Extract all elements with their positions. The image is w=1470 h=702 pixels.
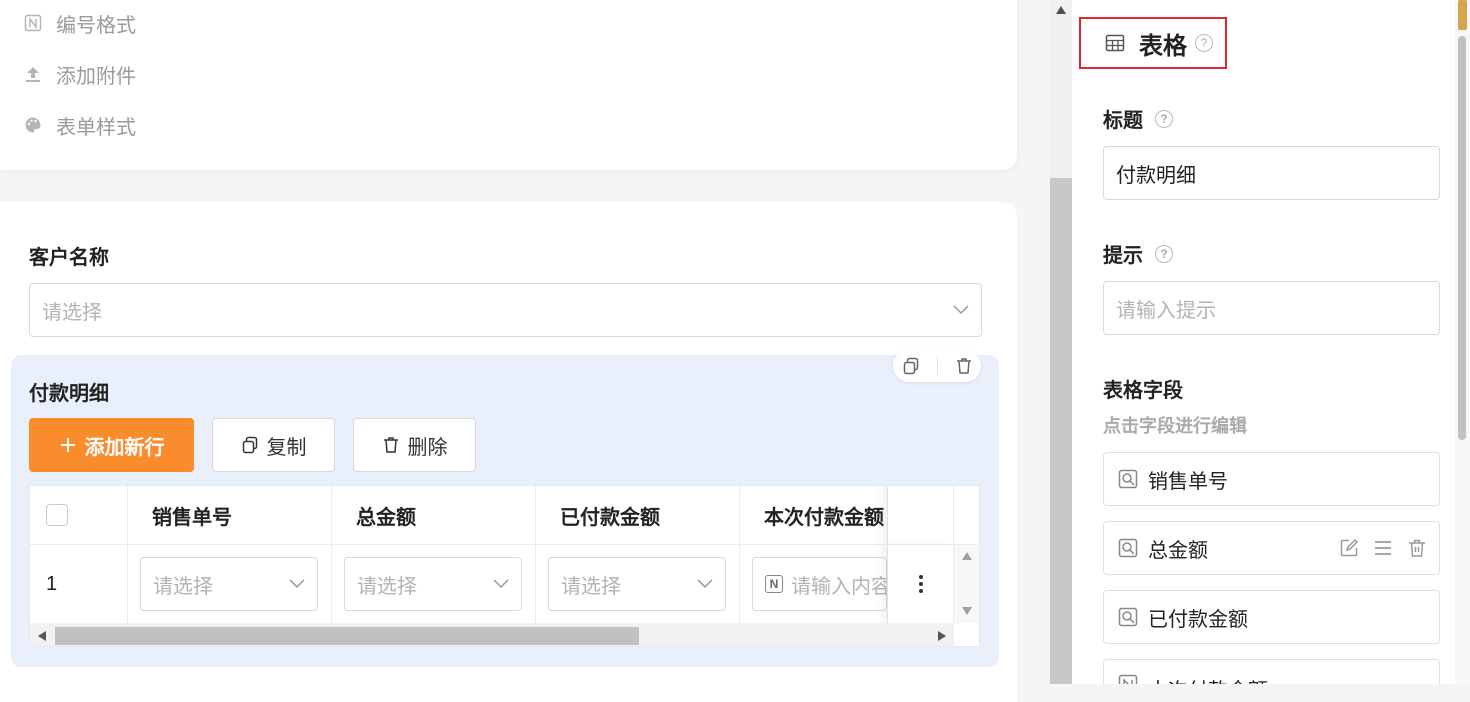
drag-handle-icon[interactable] [1373,538,1393,558]
payment-detail-grid: 销售单号 总金额 已付款金额 本次付款金额 1 请选择 请选择 请选择 N 请输… [29,485,980,647]
chevron-down-icon [953,305,969,315]
title-label-text: 标题 [1103,110,1143,132]
trash-icon[interactable] [955,357,973,375]
row-index: 1 [30,545,128,623]
header-select-all [30,486,128,544]
field-item-label: 本次付款金额 [1148,674,1268,684]
menu-item-add-attachment[interactable]: 添加附件 [24,59,136,89]
field-item-label: 销售单号 [1148,470,1228,493]
column-header: 销售单号 [128,486,332,544]
scroll-left-icon[interactable] [38,631,46,641]
select-placeholder: 请选择 [153,575,213,598]
title-field-label: 标题 ? [1103,104,1173,133]
table-title: 付款明细 [29,383,109,405]
number-field-icon [1118,674,1138,684]
panel-title: 表格 ? [1079,17,1227,69]
search-select-icon [1118,607,1138,627]
page-scroll-thumb[interactable] [1050,178,1072,684]
search-select-icon [1118,538,1138,558]
table-field-item[interactable]: 总金额 [1103,521,1440,575]
paid-amount-select[interactable]: 请选择 [548,557,726,611]
table-row-cell: 请选择 [536,545,740,623]
select-placeholder: 请选择 [561,575,621,598]
title-input[interactable]: 付款明细 [1103,146,1440,200]
scroll-up-icon[interactable] [962,552,972,560]
trash-icon[interactable] [1407,538,1427,558]
property-panel [1072,0,1470,684]
table-icon [1105,34,1125,52]
widget-actions [893,350,981,382]
form-settings-card [0,0,1017,170]
n-format-icon: N [765,575,783,593]
table-fields-tip: 点击字段进行编辑 [1103,416,1247,436]
table-fields-label: 表格字段 [1103,380,1183,402]
search-select-icon [1118,469,1138,489]
help-icon[interactable]: ? [1195,34,1213,52]
field-item-label: 总金额 [1148,539,1208,562]
copy-button[interactable]: 复制 [212,418,335,472]
more-vertical-icon[interactable] [918,574,924,594]
hint-label-text: 提示 [1103,245,1143,267]
panel-title-text: 表格 [1139,32,1187,60]
field-item-label: 已付款金额 [1148,608,1248,631]
customer-name-label: 客户名称 [29,247,109,269]
current-payment-input[interactable]: N 请输入内容 [752,557,887,611]
add-row-button[interactable]: 添加新行 [29,418,194,472]
panel-scroll-grip[interactable] [1458,0,1467,30]
page-scrollbar[interactable] [1050,0,1072,684]
field-item-actions [1339,538,1427,558]
panel-scrollbar[interactable] [1455,0,1470,684]
input-placeholder: 请输入内容 [791,575,887,598]
edit-icon[interactable] [1339,538,1359,558]
scroll-up-icon[interactable] [1056,6,1066,14]
menu-item-label: 表单样式 [56,116,136,139]
trash-icon [383,437,398,453]
chevron-down-icon [493,579,509,589]
sales-order-select[interactable]: 请选择 [140,557,318,611]
upload-icon [26,67,40,82]
n-format-icon [24,14,42,32]
table-row-cell: 请选择 [128,545,332,623]
horizontal-scroll-thumb[interactable] [55,627,639,645]
table-field-item[interactable]: 本次付款金额 [1103,659,1440,684]
delete-button[interactable]: 删除 [353,418,476,472]
header-actions-column [888,486,954,544]
copy-icon[interactable] [902,357,920,375]
horizontal-scrollbar[interactable] [30,623,954,646]
table-row-cell: 请选择 [332,545,536,623]
select-placeholder: 请选择 [42,301,102,324]
hint-field-label: 提示 ? [1103,239,1173,268]
select-placeholder: 请选择 [357,575,417,598]
scroll-down-icon[interactable] [962,607,972,615]
help-icon[interactable]: ? [1155,244,1173,263]
add-row-label: 添加新行 [84,436,165,459]
copy-label: 复制 [266,436,307,459]
chevron-down-icon [289,579,305,589]
scroll-right-icon[interactable] [938,631,946,641]
column-header: 已付款金额 [536,486,740,544]
menu-item-label: 添加附件 [56,65,136,88]
panel-scroll-thumb[interactable] [1458,36,1466,440]
palette-icon [25,117,41,133]
column-header: 总金额 [332,486,536,544]
plus-icon [60,438,75,452]
table-field-item[interactable]: 销售单号 [1103,452,1440,506]
row-actions-cell [888,545,954,623]
chevron-down-icon [697,579,713,589]
customer-name-select[interactable]: 请选择 [29,283,982,337]
select-all-checkbox[interactable] [46,504,68,526]
column-header: 本次付款金额 [740,486,888,544]
divider [936,357,938,375]
table-field-item[interactable]: 已付款金额 [1103,590,1440,644]
menu-item-label: 编号格式 [56,14,136,37]
hint-input[interactable]: 请输入提示 [1103,281,1440,335]
delete-label: 删除 [407,436,448,459]
copy-icon [242,436,257,454]
menu-item-form-style[interactable]: 表单样式 [24,110,136,140]
vertical-scrollbar[interactable] [954,545,979,623]
table-row-cell: N 请输入内容 [740,545,888,623]
total-amount-select[interactable]: 请选择 [344,557,522,611]
help-icon[interactable]: ? [1155,109,1173,128]
menu-item-number-format[interactable]: 编号格式 [24,8,136,38]
